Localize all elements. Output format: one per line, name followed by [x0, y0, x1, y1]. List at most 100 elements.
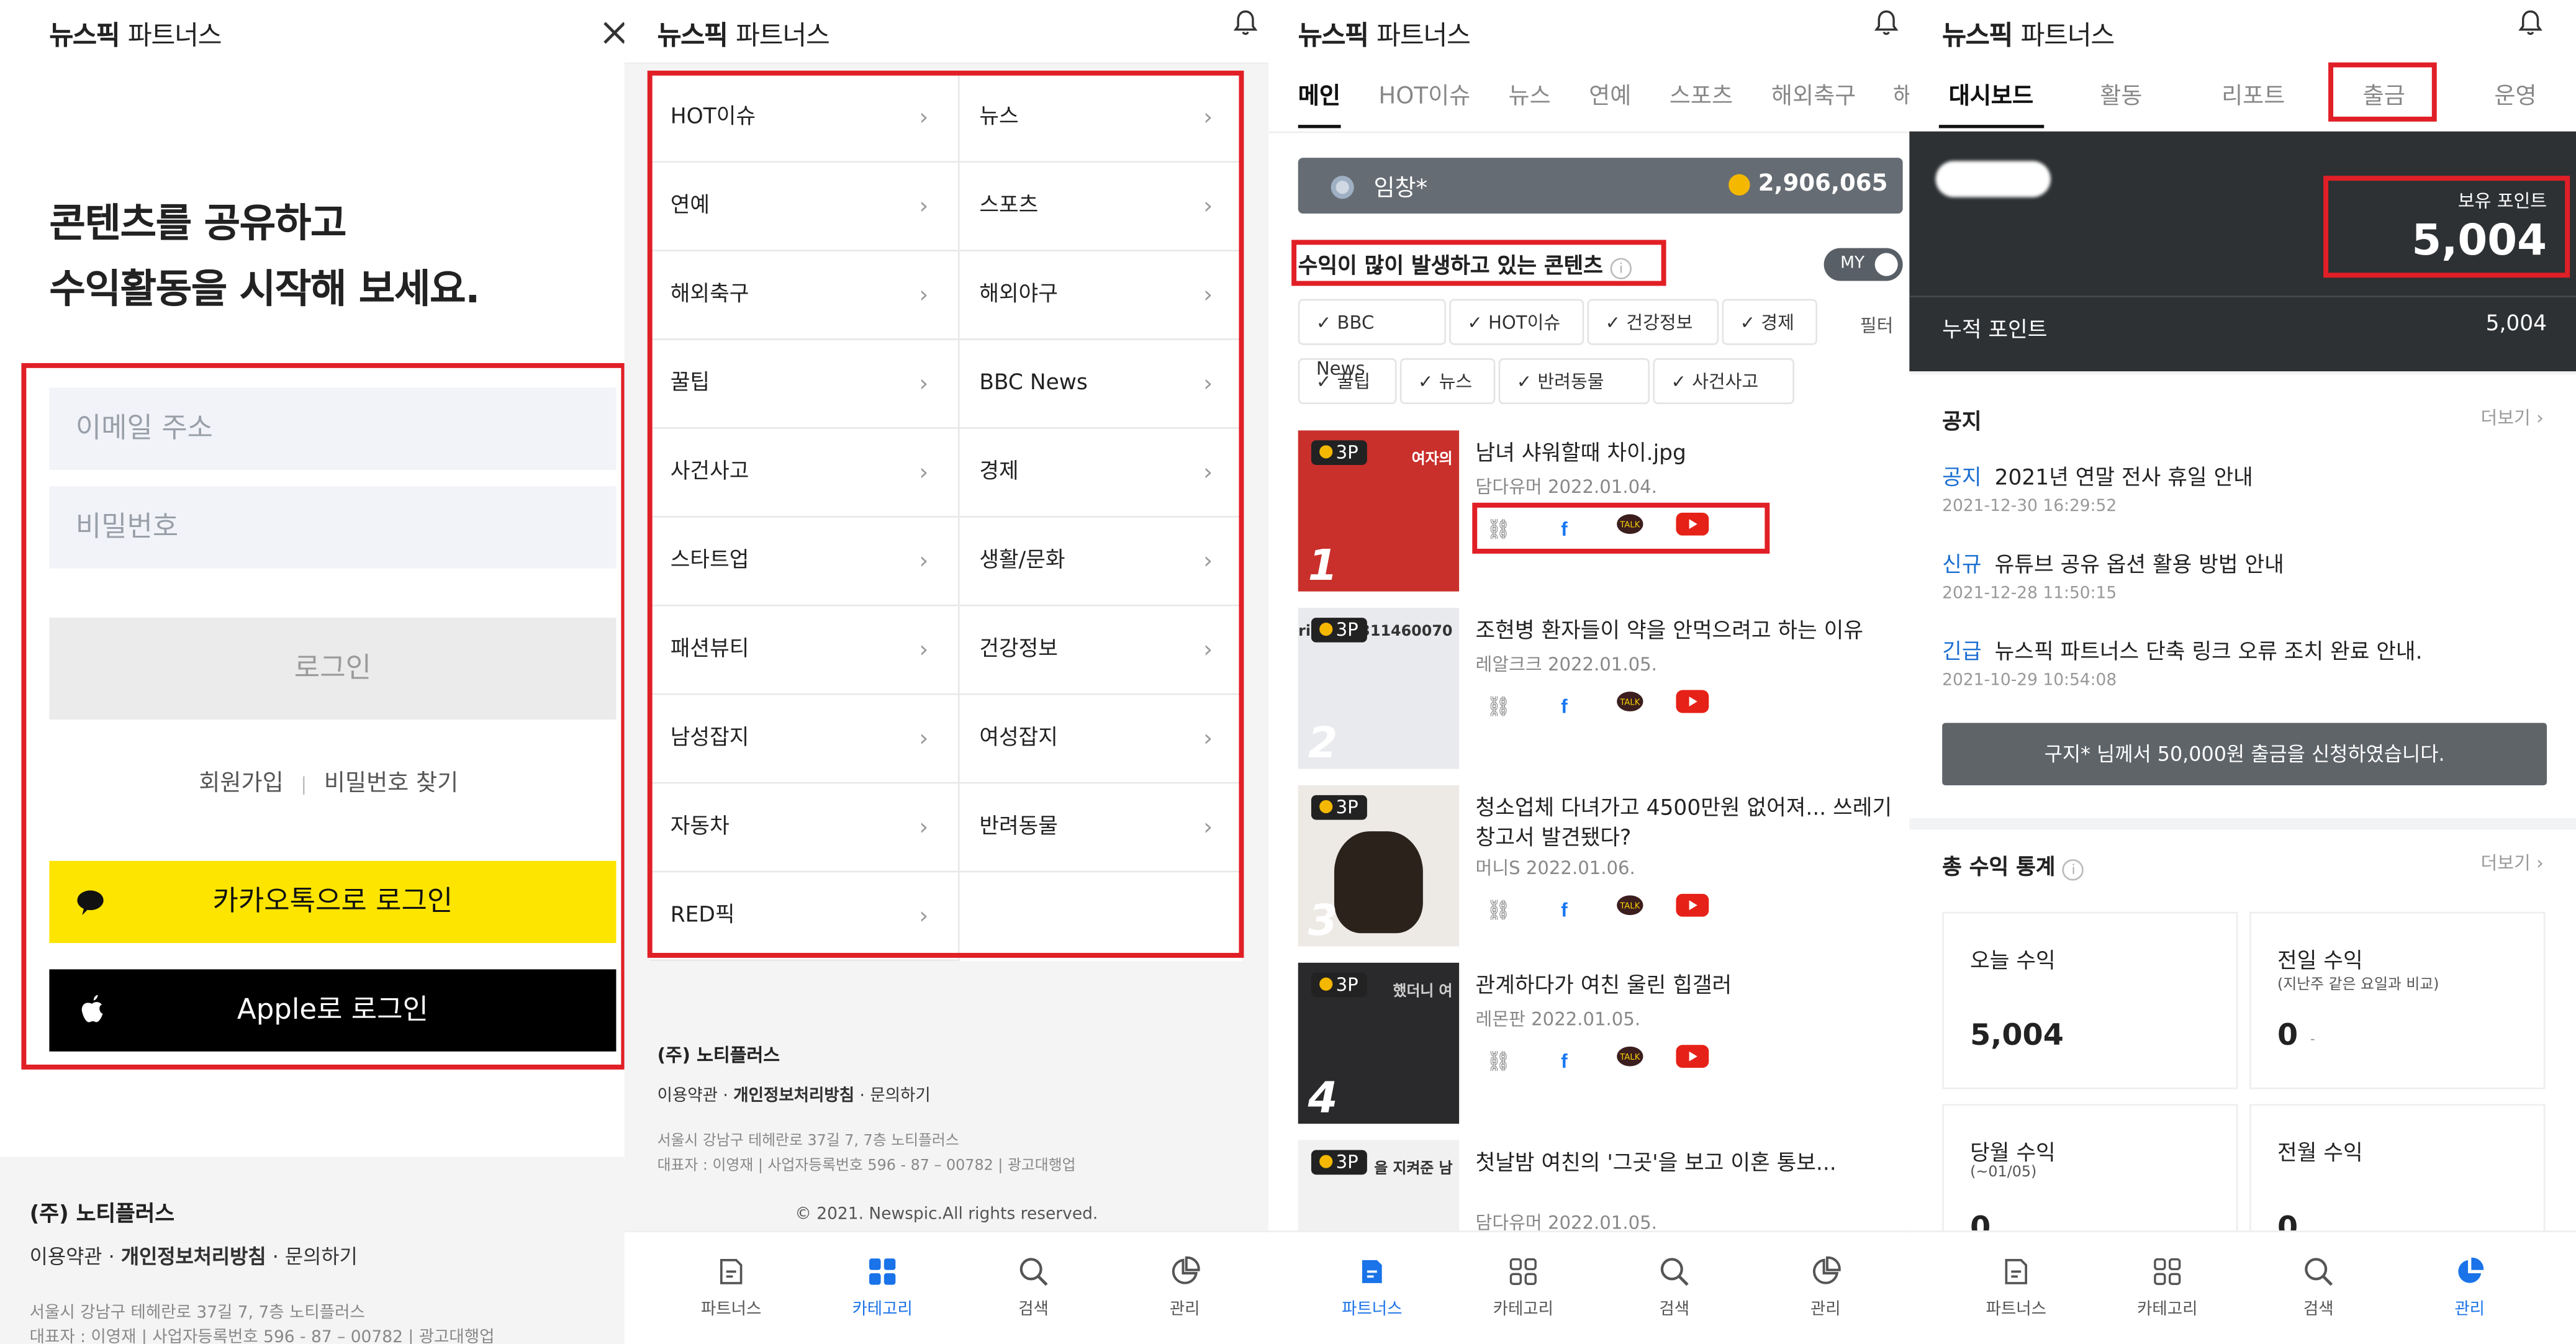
link-icon[interactable]: ⛓ [1482, 894, 1515, 927]
nav-search[interactable]: 검색 [1617, 1255, 1732, 1319]
bottom-nav: 파트너스 카테고리 검색 관리 [1268, 1230, 1913, 1344]
youtube-icon[interactable] [1676, 1045, 1709, 1078]
filter-chip[interactable]: ✓ 반려동물 [1498, 358, 1650, 405]
nav-manage[interactable]: 관리 [1127, 1255, 1242, 1319]
content-title[interactable]: 관계하다가 여친 울린 힙갤러 [1476, 973, 1906, 1003]
youtube-icon[interactable] [1676, 690, 1709, 723]
footer-address: 서울시 강남구 테헤란로 37길 7, 7층 노티플러스 [657, 1134, 959, 1150]
svg-text:TALK: TALK [1619, 698, 1640, 707]
tab-activity[interactable]: 활동 [2100, 79, 2142, 112]
nav-manage-label: 관리 [1169, 1301, 1200, 1320]
nav-manage[interactable]: 관리 [1768, 1255, 1883, 1319]
thumbnail[interactable]: 3P 3 [1298, 785, 1460, 947]
tab-sports[interactable]: 스포츠 [1670, 79, 1733, 112]
check-icon: ✓ [1417, 371, 1439, 393]
badge-label: 3P [1335, 796, 1358, 818]
facebook-icon[interactable]: f [1548, 894, 1581, 927]
tab-dashboard[interactable]: 대시보드 [1949, 79, 2033, 112]
filter-chip[interactable]: ✓ 뉴스 [1399, 358, 1496, 405]
tab-main[interactable]: 메인 [1298, 79, 1340, 112]
coin-icon [1319, 1155, 1333, 1168]
email-field[interactable]: 이메일 주소 [49, 387, 617, 470]
thumbnail-text: 했더니 여 [1393, 984, 1453, 1001]
content-item[interactable]: 했더니 여 3P 4 관계하다가 여친 울린 힙갤러 레몬판 2022.01.05. ⛓ f… [1298, 962, 1906, 1127]
tab-report[interactable]: 리포트 [2221, 79, 2285, 112]
rank-number: 4 [1308, 1074, 1338, 1124]
nav-partners[interactable]: 파트너스 [1314, 1255, 1429, 1319]
nav-search[interactable]: 검색 [976, 1255, 1091, 1319]
notice-tag: 공지 [1942, 466, 1982, 492]
card-yesterday: 전일 수익 (지난주 같은 요일과 비교) 0 - [2249, 911, 2546, 1089]
stats-more[interactable]: 더보기 › [2480, 849, 2543, 875]
footer-biz: 대표자 : 이영재 | 사업자등록번호 596 - 87 – 00782 | 광… [30, 1322, 495, 1344]
filter-chip[interactable]: ✓ 경제 [1722, 299, 1818, 345]
thumbnail[interactable]: 했더니 여 3P 4 [1298, 962, 1460, 1124]
content-title[interactable]: 청소업체 다녀가고 4500만원 없어져... 쓰레기 창고서 발견됐다? [1476, 795, 1906, 854]
login-button[interactable]: 로그인 [49, 618, 617, 720]
divider [1909, 295, 2576, 298]
acc-points-value: 5,004 [2485, 312, 2547, 337]
nav-manage[interactable]: 관리 [2412, 1255, 2527, 1319]
filter-chip[interactable]: ✓ 사건사고 [1653, 358, 1794, 405]
kakao-talk-share-icon[interactable]: TALK [1614, 1045, 1647, 1078]
content-title[interactable]: 조현병 환자들이 약을 안먹으려고 하는 이유 [1476, 618, 1906, 647]
filter-button[interactable]: 필터 [1860, 312, 1894, 338]
content-item[interactable]: www.dogdrip.net/3114600703P2 조현병 환자들이 약을 … [1298, 608, 1906, 772]
notice-item[interactable]: 공지 2021년 연말 전사 휴일 안내 2021-12-30 16:29:52 [1942, 460, 2253, 516]
nav-category[interactable]: 카테고리 [825, 1255, 940, 1319]
tab-entertainment[interactable]: 연예 [1589, 79, 1631, 112]
notice-item[interactable]: 긴급 뉴스픽 파트너스 단축 링크 오류 조치 완료 안내. 2021-10-29 … [1942, 634, 2422, 690]
password-field[interactable]: 비밀번호 [49, 486, 617, 569]
kakao-talk-share-icon[interactable]: TALK [1614, 894, 1647, 927]
filter-chip-label: 경제 [1761, 312, 1794, 334]
content-title[interactable]: 첫날밤 여친의 '그곳'을 보고 이혼 통보... [1476, 1150, 1906, 1180]
my-toggle[interactable]: MY [1824, 248, 1903, 281]
tab-news[interactable]: 뉴스 [1508, 79, 1550, 112]
kakao-login-button[interactable]: 카카오톡으로 로그인 [49, 860, 617, 944]
apple-login-button[interactable]: Apple로 로그인 [49, 969, 617, 1052]
youtube-icon[interactable] [1676, 893, 1709, 927]
nav-category[interactable]: 카테고리 [1466, 1255, 1581, 1319]
filter-chip[interactable]: ✓ 건강정보 [1587, 299, 1719, 345]
terms-link[interactable]: 이용약관 [658, 1088, 718, 1106]
bell-icon[interactable] [1232, 10, 1259, 36]
card-today: 오늘 수익 5,004 [1942, 911, 2238, 1089]
bell-icon[interactable] [2517, 10, 2543, 36]
thumbnail[interactable]: 여자의 3P 1 [1298, 430, 1460, 592]
content-title[interactable]: 남녀 샤워할때 차이.jpg [1476, 440, 1906, 470]
kakao-talk-share-icon[interactable]: TALK [1614, 690, 1647, 723]
contact-link[interactable]: 문의하기 [285, 1245, 358, 1268]
terms-link[interactable]: 이용약관 [30, 1245, 102, 1268]
bell-icon[interactable] [1873, 10, 1899, 36]
filter-chip[interactable]: ✓ HOT이슈 [1449, 299, 1584, 345]
nav-category[interactable]: 카테고리 [2110, 1255, 2225, 1319]
privacy-link[interactable]: 개인정보처리방침 [733, 1088, 854, 1106]
link-icon[interactable]: ⛓ [1482, 690, 1515, 723]
contact-link[interactable]: 문의하기 [870, 1088, 930, 1106]
nav-search[interactable]: 검색 [2261, 1255, 2376, 1319]
tab-operation[interactable]: 운영 [2494, 79, 2536, 112]
badge-label: 3P [1335, 619, 1358, 641]
close-icon[interactable] [602, 20, 625, 46]
notice-more[interactable]: 더보기 › [2480, 404, 2543, 430]
thumbnail[interactable]: www.dogdrip.net/3114600703P2 [1298, 608, 1460, 769]
points-badge: 3P [1311, 1150, 1367, 1175]
tab-hot[interactable]: HOT이슈 [1378, 79, 1470, 112]
filter-chip[interactable]: ✓ 꿀팁 [1298, 358, 1397, 405]
content-item[interactable]: 3P 3 청소업체 다녀가고 4500만원 없어져... 쓰레기 창고서 발견됐다?… [1298, 785, 1906, 950]
signup-link[interactable]: 회원가입 [199, 770, 283, 796]
facebook-icon[interactable]: f [1548, 690, 1581, 723]
notice-item[interactable]: 신규 유튜브 공유 옵션 활용 방법 안내 2021-12-28 11:50:15 [1942, 547, 2284, 603]
kakao-talk-icon [77, 890, 104, 916]
footer-links: 이용약관 · 개인정보처리방침 · 문의하기 [657, 1087, 931, 1106]
link-icon[interactable]: ⛓ [1482, 1045, 1515, 1078]
privacy-link[interactable]: 개인정보처리방침 [121, 1245, 266, 1268]
facebook-icon[interactable]: f [1548, 1045, 1581, 1078]
find-password-link[interactable]: 비밀번호 찾기 [324, 770, 458, 796]
notice-date: 2021-12-28 11:50:15 [1942, 585, 2117, 603]
tab-overseas-soccer[interactable]: 해외축구 [1771, 79, 1856, 112]
nav-partners[interactable]: 파트너스 [1959, 1255, 2074, 1319]
filter-chip[interactable]: ✓ BBC News [1298, 299, 1446, 379]
nav-partners[interactable]: 파트너스 [674, 1255, 789, 1319]
info-icon[interactable]: i [2063, 859, 2084, 881]
